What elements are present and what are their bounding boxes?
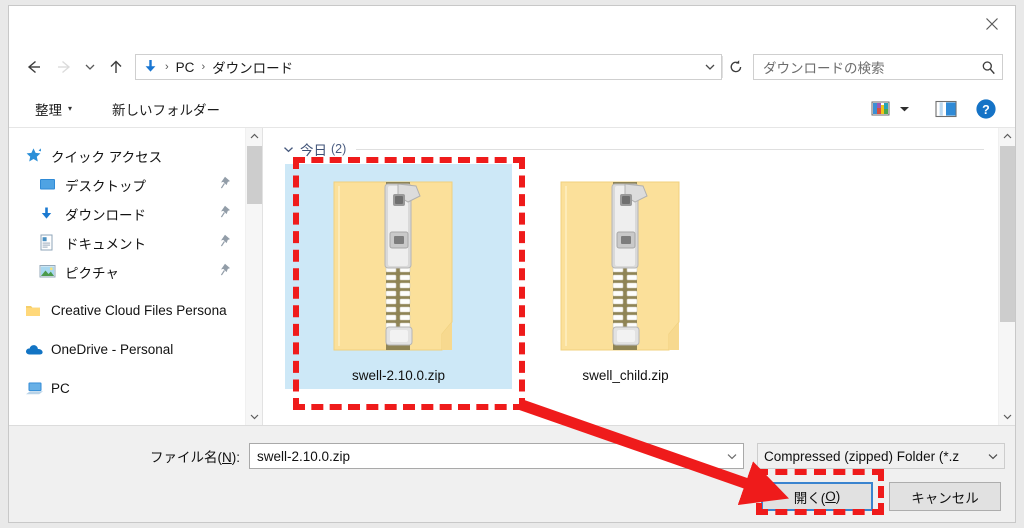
zip-folder-icon	[324, 172, 474, 362]
chevron-down-icon: ▾	[68, 103, 73, 113]
file-list-scroll-thumb[interactable]	[1000, 146, 1015, 322]
file-type-value: Compressed (zipped) Folder (*.z	[764, 448, 960, 464]
pictures-icon	[39, 264, 61, 279]
breadcrumb-separator: ›	[201, 61, 206, 73]
preview-pane-icon[interactable]	[931, 96, 961, 122]
file-tiles: swell-2.10.0.zip swell_child.zip	[263, 164, 998, 389]
group-label: 今日	[300, 143, 327, 158]
sidebar-list: クイック アクセス デスクトップ ダウンロード ドキュメント ピクチャ Crea…	[9, 128, 245, 403]
downloads-arrow-icon	[140, 59, 160, 75]
file-list-pane[interactable]: 今日 (2) swell-2.10.0.zip swell_child.zip	[263, 128, 998, 425]
sidebar-item-label: ドキュメント	[65, 236, 146, 252]
view-chevron-down-icon[interactable]	[895, 96, 913, 122]
dialog-footer: ファイル名(N): swell-2.10.0.zip Compressed (z…	[9, 425, 1015, 522]
sidebar-item-label: ピクチャ	[65, 265, 119, 281]
file-type-chevron-down-icon[interactable]	[982, 452, 1004, 461]
sidebar-item-downloads[interactable]: ダウンロード	[9, 199, 245, 228]
help-icon[interactable]: ?	[971, 96, 1001, 122]
search-placeholder: ダウンロードの検索	[763, 61, 885, 76]
filename-value: swell-2.10.0.zip	[257, 448, 351, 464]
file-tile[interactable]: swell_child.zip	[512, 164, 739, 389]
sidebar-item-quick-access[interactable]: クイック アクセス	[9, 141, 245, 170]
svg-text:?: ?	[982, 102, 990, 116]
new-folder-button[interactable]: 新しいフォルダー	[104, 96, 228, 122]
organize-button[interactable]: 整理 ▾	[27, 96, 80, 122]
file-open-dialog: › PC › ダウンロード ダウンロードの検索 整理 ▾ 新しいフォルダー ? …	[8, 5, 1016, 523]
filename-row: ファイル名(N): swell-2.10.0.zip Compressed (z…	[9, 442, 1015, 470]
downloads-arrow-icon	[39, 206, 61, 222]
navigation-sidebar: クイック アクセス デスクトップ ダウンロード ドキュメント ピクチャ Crea…	[9, 128, 245, 425]
cancel-button[interactable]: キャンセル	[889, 482, 1001, 511]
breadcrumb-pc[interactable]: PC	[174, 60, 197, 75]
filename-chevron-down-icon[interactable]	[721, 452, 743, 461]
close-icon[interactable]	[969, 6, 1015, 42]
up-button[interactable]	[101, 52, 131, 82]
sidebar-item-pc[interactable]: PC	[9, 374, 245, 403]
title-bar	[9, 6, 1015, 46]
pin-icon[interactable]	[220, 175, 233, 194]
sidebar-item-desktop[interactable]: デスクトップ	[9, 170, 245, 199]
sidebar-item-label: ダウンロード	[65, 207, 146, 223]
sidebar-item-documents[interactable]: ドキュメント	[9, 228, 245, 257]
sidebar-item-label: デスクトップ	[65, 178, 146, 194]
pin-icon[interactable]	[220, 233, 233, 252]
address-chevron-down-icon[interactable]	[699, 62, 721, 72]
search-input[interactable]: ダウンロードの検索	[753, 54, 1003, 80]
file-tile-selected[interactable]: swell-2.10.0.zip	[285, 164, 512, 389]
sidebar-item-pictures[interactable]: ピクチャ	[9, 257, 245, 286]
navigation-bar: › PC › ダウンロード ダウンロードの検索	[9, 44, 1015, 90]
sidebar-scrollbar[interactable]	[245, 128, 262, 425]
folder-icon	[25, 303, 47, 318]
file-name-label: swell_child.zip	[582, 368, 669, 383]
group-divider	[356, 148, 984, 150]
group-chevron-down-icon[interactable]	[280, 145, 296, 154]
scroll-up-icon[interactable]	[999, 128, 1015, 145]
zip-folder-icon	[551, 172, 701, 362]
file-name-label: swell-2.10.0.zip	[351, 368, 446, 383]
search-icon[interactable]	[974, 60, 1002, 75]
filename-label: ファイル名(N):	[150, 450, 240, 465]
filename-input[interactable]: swell-2.10.0.zip	[249, 443, 744, 469]
sidebar-item-creative-cloud-files[interactable]: Creative Cloud Files Persona	[9, 296, 245, 325]
sidebar-scroll-thumb[interactable]	[247, 146, 262, 204]
sidebar-item-onedrive[interactable]: OneDrive - Personal	[9, 335, 245, 364]
refresh-icon[interactable]	[723, 54, 749, 80]
forward-button[interactable]	[49, 52, 79, 82]
cloud-icon	[25, 343, 47, 356]
pc-icon	[25, 381, 47, 396]
pin-icon[interactable]	[220, 204, 233, 223]
open-button[interactable]: 開く(O)	[761, 482, 873, 511]
dialog-buttons: 開く(O) キャンセル	[761, 482, 1001, 511]
back-button[interactable]	[19, 52, 49, 82]
sidebar-item-label: OneDrive - Personal	[51, 342, 174, 357]
file-group-header[interactable]: 今日 (2)	[263, 136, 998, 162]
screenshot-backdrop: › PC › ダウンロード ダウンロードの検索 整理 ▾ 新しいフォルダー ? …	[0, 0, 1024, 528]
breadcrumb-downloads[interactable]: ダウンロード	[210, 57, 295, 77]
sidebar-item-label: PC	[51, 381, 70, 396]
recent-locations-button[interactable]	[79, 52, 101, 82]
view-thumbnails-icon[interactable]	[865, 96, 895, 122]
dialog-body: クイック アクセス デスクトップ ダウンロード ドキュメント ピクチャ Crea…	[9, 128, 1015, 425]
command-toolbar: 整理 ▾ 新しいフォルダー ?	[9, 90, 1015, 128]
sidebar-item-label: Creative Cloud Files Persona	[51, 303, 227, 318]
file-type-select[interactable]: Compressed (zipped) Folder (*.z	[757, 443, 1005, 469]
star-icon	[25, 147, 47, 164]
scroll-down-icon[interactable]	[999, 408, 1015, 425]
file-list-scrollbar[interactable]	[998, 128, 1015, 425]
breadcrumb-separator: ›	[165, 61, 169, 73]
pin-icon[interactable]	[220, 262, 233, 281]
group-count: (2)	[331, 142, 347, 156]
sidebar-item-label: クイック アクセス	[51, 149, 163, 165]
organize-label: 整理	[35, 102, 62, 118]
scroll-up-icon[interactable]	[246, 128, 263, 145]
desktop-icon	[39, 177, 61, 192]
new-folder-label: 新しいフォルダー	[112, 102, 221, 118]
document-icon	[39, 234, 61, 251]
scroll-down-icon[interactable]	[246, 408, 263, 425]
address-bar[interactable]: › PC › ダウンロード	[135, 54, 722, 80]
